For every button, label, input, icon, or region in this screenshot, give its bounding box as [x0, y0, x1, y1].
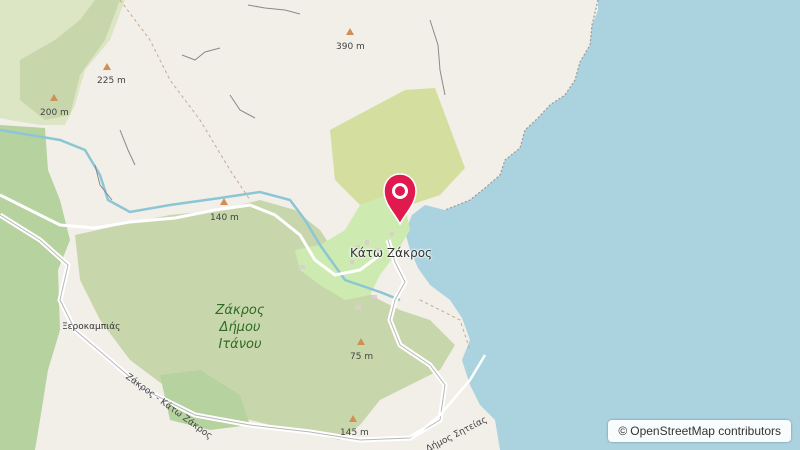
peak-icon-225: [103, 63, 111, 70]
area-name-line-1: Ζάκρος: [215, 303, 265, 318]
peak-icon-200: [50, 94, 58, 101]
area-name-line-2: Δήμου: [219, 320, 261, 335]
elevation-140: 140 m: [210, 213, 239, 223]
peak-icon-75: [357, 338, 365, 345]
copyright-symbol: ©: [618, 424, 628, 438]
elevation-145: 145 m: [340, 428, 369, 438]
map-canvas[interactable]: 390 m 225 m 200 m 140 m 75 m 145 m Κάτω …: [0, 0, 800, 450]
elevation-200: 200 m: [40, 108, 69, 118]
elevation-225: 225 m: [97, 76, 126, 86]
elevation-390: 390 m: [336, 42, 365, 52]
elevation-75: 75 m: [350, 352, 374, 362]
place-label[interactable]: Κάτω Ζάκρος: [350, 247, 432, 259]
village-label: Ξεροκαμπιάς: [62, 322, 121, 332]
location-marker-icon[interactable]: [382, 172, 418, 226]
peak-icon-140: [220, 198, 228, 205]
peak-icon-390: [346, 28, 354, 35]
peak-icon-145: [349, 415, 357, 422]
area-name-line-3: Ιτάνου: [218, 337, 262, 352]
attribution-link[interactable]: OpenStreetMap contributors: [630, 420, 781, 442]
attribution: © OpenStreetMap contributors: [608, 420, 791, 442]
area-name: Ζάκρος Δήμου Ιτάνου: [205, 302, 275, 353]
